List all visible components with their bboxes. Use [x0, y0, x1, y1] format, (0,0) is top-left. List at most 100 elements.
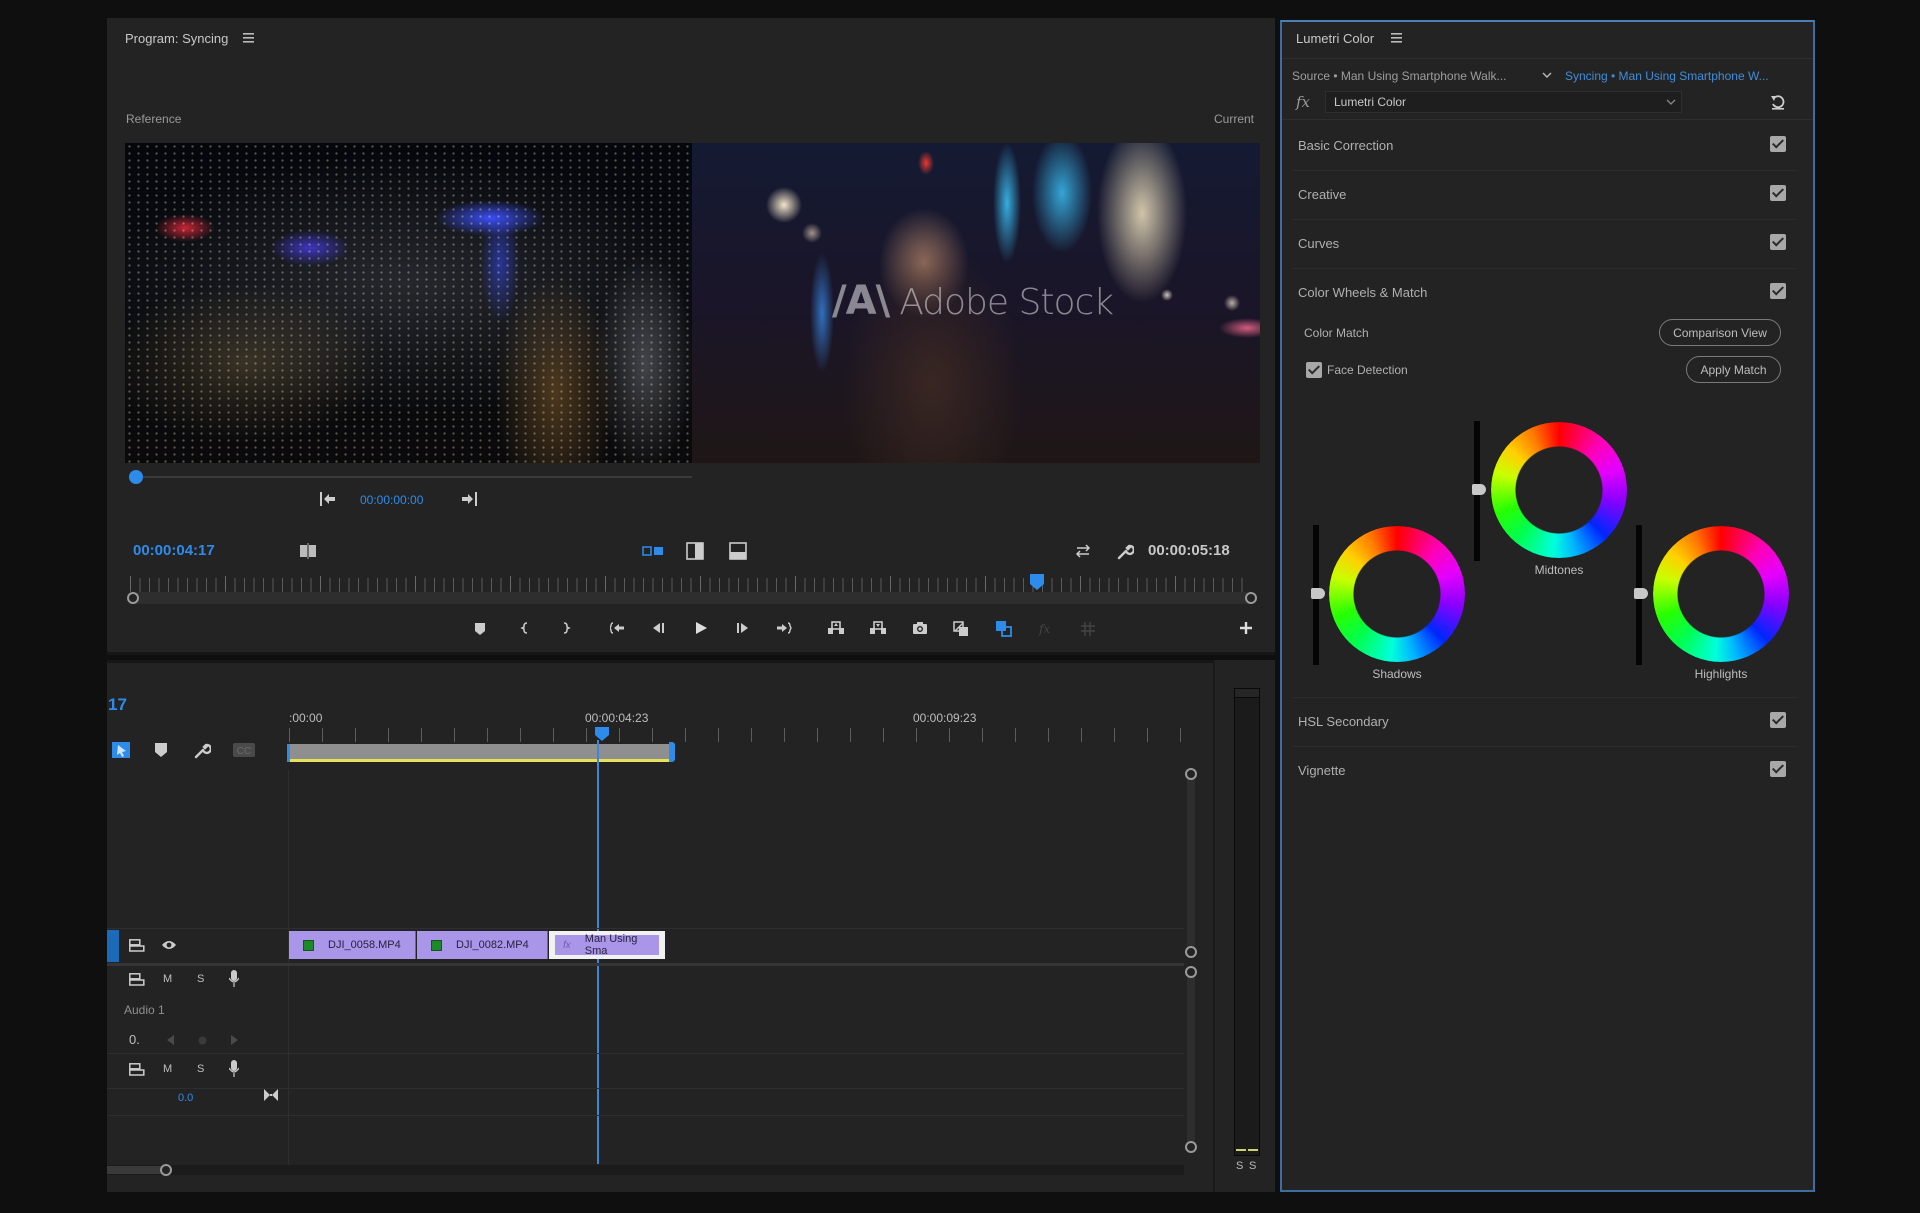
- go-to-out-icon[interactable]: [459, 490, 479, 508]
- video-scroll-handle-bottom[interactable]: [1185, 946, 1197, 958]
- timeline-ruler[interactable]: [289, 728, 1189, 742]
- clip-man-using-smartphone[interactable]: fx Man Using Sma: [549, 931, 665, 959]
- zoom-bar-left-handle[interactable]: [127, 592, 139, 604]
- prev-keyframe-icon[interactable]: [163, 1032, 177, 1048]
- chevron-down-icon[interactable]: [1540, 68, 1554, 82]
- timeline-playhead-head[interactable]: [595, 727, 609, 741]
- meter-solo-right[interactable]: S: [1249, 1160, 1256, 1172]
- step-forward-icon[interactable]: [733, 618, 755, 640]
- section-basic-correction[interactable]: Basic Correction: [1292, 122, 1797, 171]
- audio2-sync-lock-icon[interactable]: [127, 1059, 147, 1079]
- section-creative[interactable]: Creative: [1292, 171, 1797, 220]
- section-color-wheels-match[interactable]: Color Wheels & Match: [1292, 269, 1797, 318]
- apply-match-button[interactable]: Apply Match: [1686, 356, 1781, 383]
- zoom-bar-right-handle[interactable]: [1245, 592, 1257, 604]
- clip-dji-0082[interactable]: DJI_0082.MP4: [417, 931, 548, 959]
- wrench-icon[interactable]: [191, 739, 213, 761]
- snap-icon[interactable]: [110, 740, 132, 760]
- wrench-settings-icon[interactable]: [1114, 540, 1136, 562]
- toggle-sync-lock-icon[interactable]: [127, 935, 147, 955]
- section-curves[interactable]: Curves: [1292, 220, 1797, 269]
- solo-button[interactable]: S: [197, 973, 204, 985]
- effect-select-chevron-icon[interactable]: [1665, 96, 1677, 108]
- fx-icon[interactable]: fx: [1034, 618, 1056, 640]
- export-frame-icon[interactable]: [909, 618, 931, 640]
- midtones-color-wheel[interactable]: [1491, 422, 1627, 558]
- go-to-in-icon[interactable]: [607, 618, 629, 640]
- work-area-end-handle[interactable]: [669, 742, 675, 762]
- shadows-slider-knob[interactable]: [1311, 588, 1325, 599]
- voiceover-mic-icon[interactable]: [225, 968, 243, 990]
- lumetri-title[interactable]: Lumetri Color: [1296, 31, 1374, 46]
- hamburger-menu-icon[interactable]: [241, 30, 255, 46]
- horizontal-scroll-handle[interactable]: [160, 1164, 172, 1176]
- comparison-view-button[interactable]: Comparison View: [1659, 319, 1781, 346]
- timeline-horizontal-scrollbar[interactable]: [107, 1165, 1184, 1175]
- next-keyframe-icon[interactable]: [227, 1032, 241, 1048]
- step-back-icon[interactable]: [648, 618, 670, 640]
- mark-in-icon[interactable]: [516, 618, 538, 640]
- vertical-split-icon[interactable]: [684, 540, 706, 562]
- highlights-slider-knob[interactable]: [1634, 588, 1648, 599]
- section-vignette[interactable]: Vignette: [1292, 747, 1797, 796]
- audio-sync-lock-icon[interactable]: [127, 969, 147, 989]
- reference-timecode[interactable]: 00:00:00:00: [360, 493, 423, 507]
- go-to-out-icon[interactable]: [774, 618, 796, 640]
- extract-icon[interactable]: [867, 618, 889, 640]
- horizontal-split-icon[interactable]: [727, 540, 749, 562]
- work-area-start-handle[interactable]: [287, 744, 290, 762]
- video-tracks-scrollbar[interactable]: [1187, 772, 1195, 952]
- reset-effect-icon[interactable]: [1768, 92, 1788, 112]
- zoom-scroll-bar[interactable]: [130, 592, 1250, 604]
- comparison-view-icon[interactable]: [950, 618, 972, 640]
- face-detection-checkbox[interactable]: [1306, 362, 1322, 378]
- keyframe-value[interactable]: 0.: [129, 1032, 140, 1047]
- video-scroll-handle-top[interactable]: [1185, 768, 1197, 780]
- swap-sides-icon[interactable]: [1072, 541, 1094, 561]
- marker-icon[interactable]: [151, 740, 171, 760]
- program-playhead[interactable]: [1030, 574, 1045, 590]
- toggle-proxies-icon[interactable]: [993, 618, 1015, 640]
- voiceover-mic-icon-2[interactable]: [225, 1058, 243, 1080]
- play-icon[interactable]: [690, 618, 712, 640]
- audio-scroll-handle-bottom[interactable]: [1185, 1141, 1197, 1153]
- basic-correction-checkbox[interactable]: [1770, 136, 1786, 152]
- midtones-slider-knob[interactable]: [1472, 484, 1486, 495]
- solo-button-2[interactable]: S: [197, 1063, 204, 1075]
- clip-dji-0058[interactable]: DJI_0058.MP4: [289, 931, 416, 959]
- program-monitor-title[interactable]: Program: Syncing: [125, 31, 228, 46]
- add-keyframe-icon[interactable]: [195, 1032, 209, 1048]
- lumetri-menu-icon[interactable]: [1389, 30, 1403, 46]
- timeline-timecode[interactable]: 17: [108, 695, 127, 715]
- sequence-clip-label[interactable]: Syncing • Man Using Smartphone W...: [1565, 69, 1769, 83]
- highlights-color-wheel[interactable]: [1653, 526, 1789, 662]
- mute-button[interactable]: M: [163, 973, 172, 985]
- vignette-checkbox[interactable]: [1770, 761, 1786, 777]
- color-wheels-checkbox[interactable]: [1770, 283, 1786, 299]
- side-by-side-icon[interactable]: [640, 541, 666, 561]
- mute-button-2[interactable]: M: [163, 1063, 172, 1075]
- add-button-icon[interactable]: [1236, 618, 1258, 640]
- hsl-secondary-checkbox[interactable]: [1770, 712, 1786, 728]
- lift-icon[interactable]: [825, 618, 847, 640]
- master-volume-value[interactable]: 0.0: [178, 1092, 193, 1104]
- reference-scrubber-track[interactable]: [135, 476, 692, 478]
- add-marker-icon[interactable]: [470, 618, 492, 640]
- master-expand-icon[interactable]: [263, 1087, 279, 1103]
- eye-icon[interactable]: [159, 935, 179, 955]
- playhead-timecode[interactable]: 00:00:04:17: [133, 542, 215, 559]
- grid-icon[interactable]: [1077, 618, 1099, 640]
- split-view-toggle-icon[interactable]: [297, 541, 319, 561]
- reference-scrubber-handle[interactable]: [129, 470, 143, 484]
- audio-scroll-handle-top[interactable]: [1185, 966, 1197, 978]
- audio-tracks-scrollbar[interactable]: [1187, 972, 1195, 1148]
- video-track-target[interactable]: [107, 930, 119, 962]
- captions-icon[interactable]: CC: [232, 741, 256, 759]
- shadows-color-wheel[interactable]: [1329, 526, 1465, 662]
- mark-out-icon[interactable]: [555, 618, 577, 640]
- section-hsl-secondary[interactable]: HSL Secondary: [1292, 698, 1797, 747]
- go-to-in-icon[interactable]: [318, 490, 338, 508]
- source-clip-label[interactable]: Source • Man Using Smartphone Walk...: [1292, 69, 1507, 83]
- creative-checkbox[interactable]: [1770, 185, 1786, 201]
- meter-solo-left[interactable]: S: [1236, 1160, 1243, 1172]
